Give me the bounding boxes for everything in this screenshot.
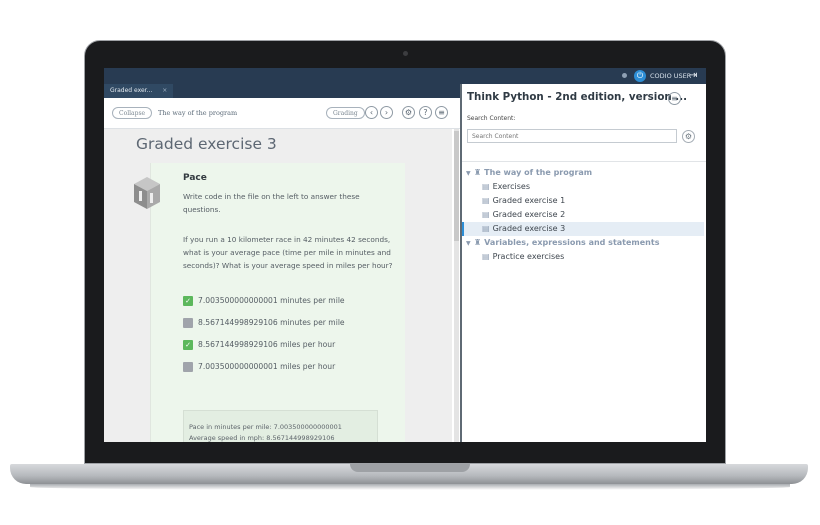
tree-item-graded-exercise-3[interactable]: ▤ Graded exercise 3 — [462, 222, 704, 236]
breadcrumb: The way of the program — [158, 109, 238, 117]
tree-label: Graded exercise 3 — [492, 224, 566, 233]
tab-label: Graded exer... — [110, 87, 153, 94]
question-title: Pace — [183, 173, 207, 183]
tree-label: Variables, expressions and statements — [484, 238, 660, 247]
guide-panel: Graded exer... × Collapse The way of the … — [104, 84, 460, 442]
status-dot-icon — [622, 73, 627, 78]
tree-section-variables[interactable]: ▼ ♜ Variables, expressions and statements — [466, 236, 706, 250]
user-menu[interactable]: CODIO USER — [650, 70, 691, 82]
tree-item-graded-exercise-2[interactable]: ▤ Graded exercise 2 — [482, 208, 704, 222]
tab-bar: Graded exer... × — [104, 84, 460, 98]
gear-icon[interactable]: ⚙ — [682, 130, 695, 143]
cube-avatar-icon — [134, 177, 160, 209]
option-1[interactable]: ✓ 7.003500000000001 minutes per mile — [183, 296, 345, 306]
caret-down-icon[interactable]: ▼ — [466, 167, 474, 181]
tree-item-practice-exercises[interactable]: ▤ Practice exercises — [482, 250, 704, 264]
tree-label: Practice exercises — [492, 252, 565, 261]
divider — [462, 161, 706, 162]
menu-icon[interactable]: ≡ — [435, 106, 448, 119]
tree-label: Graded exercise 2 — [492, 210, 566, 219]
tree-item-graded-exercise-1[interactable]: ▤ Graded exercise 1 — [482, 194, 704, 208]
tree-item-exercises[interactable]: ▤ Exercises — [482, 180, 704, 194]
page-icon: ▤ — [482, 182, 490, 191]
option-label: 8.567144998929106 miles per hour — [198, 340, 336, 349]
content-tree-panel: Think Python - 2nd edition, version ... … — [460, 84, 706, 442]
book-icon: ♜ — [474, 238, 482, 247]
tree-label: The way of the program — [484, 168, 593, 177]
checkbox-icon[interactable] — [183, 318, 193, 328]
search-input[interactable] — [467, 129, 677, 143]
grading-button[interactable]: Grading — [326, 107, 365, 119]
laptop-notch — [350, 464, 470, 472]
page-icon: ▤ — [482, 196, 490, 205]
output-line: Average speed in mph: 8.567144998929106 — [189, 434, 335, 442]
option-label: 7.003500000000001 minutes per mile — [198, 296, 345, 305]
page-title: Graded exercise 3 — [136, 135, 277, 153]
prev-icon[interactable]: ‹ — [365, 106, 378, 119]
page-icon: ▤ — [482, 252, 490, 261]
book-icon: ♜ — [474, 168, 482, 177]
page-icon: ▤ — [482, 224, 490, 233]
question-text: If you run a 10 kilometer race in 42 min… — [183, 235, 393, 270]
output-line: Pace in minutes per mile: 7.003500000000… — [189, 423, 342, 431]
page-icon: ▤ — [482, 210, 490, 219]
menu-icon[interactable]: ≡ — [668, 92, 681, 105]
laptop-shadow — [30, 484, 790, 490]
guide-toolbar: Collapse The way of the program Grading … — [104, 98, 460, 129]
option-3[interactable]: ✓ 8.567144998929106 miles per hour — [183, 340, 335, 350]
top-bar: ⏻ CODIO USER ⇥ — [104, 68, 706, 84]
caret-down-icon[interactable]: ▼ — [466, 237, 474, 251]
help-icon[interactable]: ? — [419, 106, 432, 119]
next-icon[interactable]: › — [380, 106, 393, 119]
checkbox-checked-icon[interactable]: ✓ — [183, 296, 193, 306]
book-title: Think Python - 2nd edition, version ... — [467, 91, 688, 103]
option-4[interactable]: 7.003500000000001 miles per hour — [183, 362, 335, 372]
tree-label: Graded exercise 1 — [492, 196, 566, 205]
tab-graded-exercise[interactable]: Graded exer... × — [104, 84, 174, 98]
option-label: 7.003500000000001 miles per hour — [198, 362, 336, 371]
tree-section-way-of-program[interactable]: ▼ ♜ The way of the program — [466, 166, 706, 180]
question-card: Pace Write code in the file on the left … — [150, 163, 405, 442]
instruction-text: Write code in the file on the left to an… — [183, 192, 360, 214]
option-label: 8.567144998929106 minutes per mile — [198, 318, 345, 327]
logout-icon[interactable]: ⇥ — [689, 69, 697, 82]
camera-icon — [403, 51, 408, 56]
guide-content: Graded exercise 3 Pace Write code in the… — [104, 129, 452, 442]
option-2[interactable]: 8.567144998929106 minutes per mile — [183, 318, 345, 328]
tree-label: Exercises — [492, 182, 531, 191]
close-icon[interactable]: × — [162, 87, 167, 94]
scrollbar-thumb[interactable] — [454, 131, 459, 241]
power-icon[interactable]: ⏻ — [634, 70, 646, 82]
checkbox-icon[interactable] — [183, 362, 193, 372]
checkbox-checked-icon[interactable]: ✓ — [183, 340, 193, 350]
collapse-button[interactable]: Collapse — [112, 107, 153, 119]
screen: ⏻ CODIO USER ⇥ Graded exer... × Collapse … — [104, 68, 706, 442]
gear-icon[interactable]: ⚙ — [402, 106, 415, 119]
search-label: Search Content: — [467, 115, 516, 122]
output-box: Pace in minutes per mile: 7.003500000000… — [183, 410, 378, 442]
